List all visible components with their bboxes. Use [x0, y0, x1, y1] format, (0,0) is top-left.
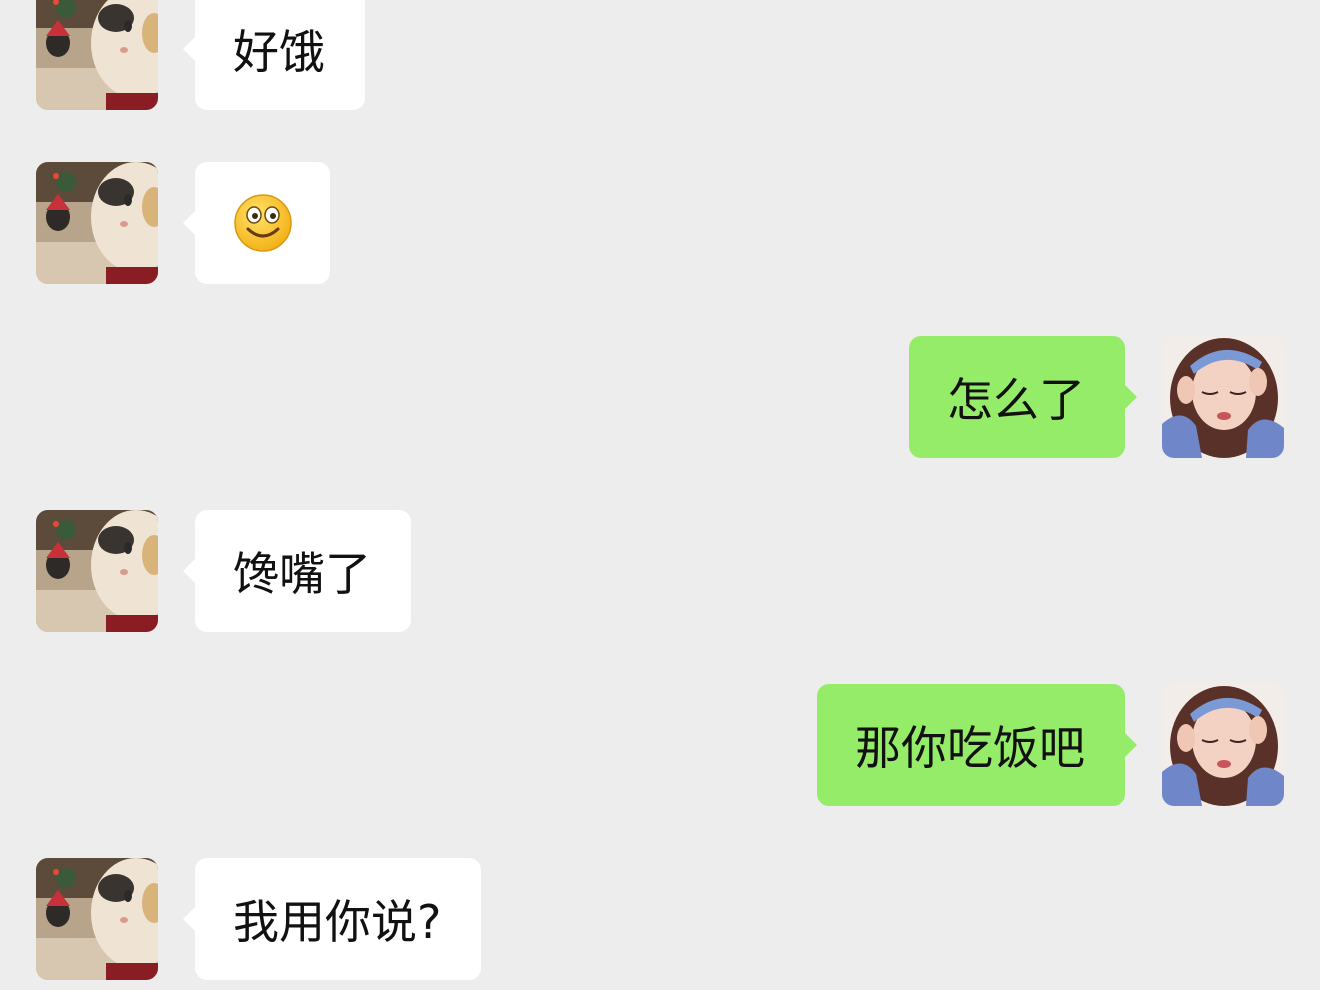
message-row: 好饿: [0, 0, 1320, 112]
incoming-message-bubble[interactable]: [183, 162, 330, 284]
girl-avatar[interactable]: [1162, 684, 1284, 806]
incoming-message-bubble[interactable]: 馋嘴了: [183, 510, 411, 632]
smile-emoji-icon: [233, 193, 293, 253]
message-row: 怎么了: [0, 336, 1320, 460]
cat-avatar[interactable]: [36, 162, 158, 284]
message-text: 馋嘴了: [233, 547, 371, 601]
incoming-message-bubble[interactable]: 好饿: [183, 0, 365, 110]
incoming-message-bubble[interactable]: 我用你说?: [182, 858, 482, 980]
message-text: 那你吃饭吧: [855, 721, 1085, 775]
message-text: 我用你说?: [233, 895, 442, 949]
message-text: 好饿: [233, 25, 325, 79]
cat-avatar[interactable]: [36, 0, 158, 110]
cat-avatar[interactable]: [36, 510, 158, 632]
message-row: [0, 162, 1320, 286]
outgoing-message-bubble[interactable]: 怎么了: [909, 336, 1137, 458]
cat-avatar[interactable]: [36, 858, 158, 980]
outgoing-message-bubble[interactable]: 那你吃饭吧: [817, 684, 1137, 806]
message-row: 我用你说?: [0, 858, 1320, 982]
message-row: 那你吃饭吧: [0, 684, 1320, 808]
message-row: 馋嘴了: [0, 510, 1320, 634]
girl-avatar[interactable]: [1162, 336, 1284, 458]
message-text: 怎么了: [947, 373, 1085, 427]
